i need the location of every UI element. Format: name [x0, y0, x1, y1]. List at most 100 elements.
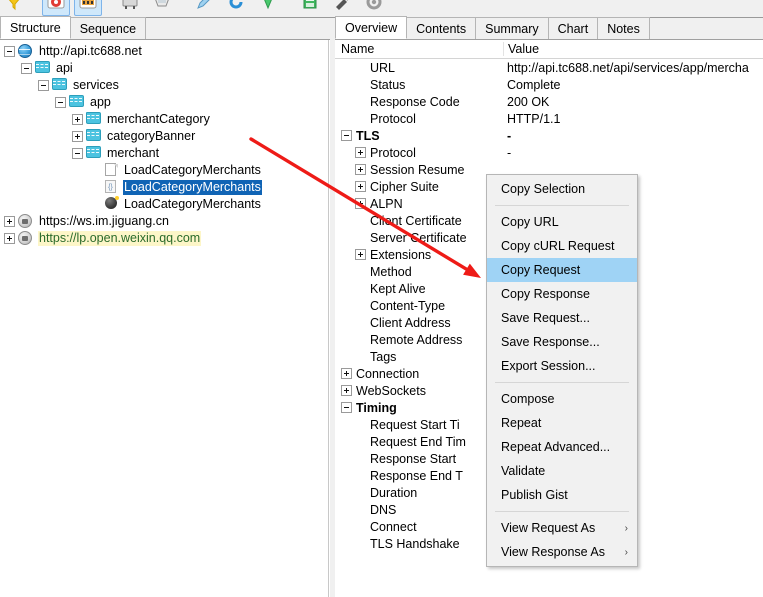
menu-item-repeat-advanced[interactable]: Repeat Advanced... [487, 435, 637, 459]
menu-item-save-response[interactable]: Save Response... [487, 330, 637, 354]
expand-icon[interactable] [341, 368, 352, 379]
tab-overview[interactable]: Overview [335, 16, 407, 39]
tab-sequence[interactable]: Sequence [70, 17, 146, 39]
expand-icon[interactable] [4, 216, 15, 227]
folder-icon [69, 95, 85, 110]
toggle-spacer [89, 165, 100, 176]
repeat-icon[interactable] [222, 0, 250, 16]
menu-item-copy-selection[interactable]: Copy Selection [487, 177, 637, 201]
grid-cell-name: Client Address [335, 316, 503, 330]
clear-session-icon[interactable] [116, 0, 144, 16]
grid-row[interactable]: Protocol- [335, 144, 763, 161]
menu-item-copy-url[interactable]: Copy URL [487, 210, 637, 234]
download-icon[interactable] [254, 0, 282, 16]
menu-item-export-session[interactable]: Export Session... [487, 354, 637, 378]
menu-item-publish-gist[interactable]: Publish Gist [487, 483, 637, 507]
tab-chart[interactable]: Chart [548, 17, 599, 39]
save-icon[interactable] [296, 0, 324, 16]
expand-icon[interactable] [355, 164, 366, 175]
expand-icon[interactable] [355, 147, 366, 158]
tab-structure[interactable]: Structure [0, 16, 71, 39]
tree-node[interactable]: LoadCategoryMerchants [0, 196, 328, 213]
tree-node[interactable]: https://ws.im.jiguang.cn [0, 213, 328, 230]
record-icon[interactable] [42, 0, 70, 16]
chevron-right-icon: › [625, 523, 628, 534]
menu-item-copy-response[interactable]: Copy Response [487, 282, 637, 306]
menu-item-view-request-as[interactable]: View Request As› [487, 516, 637, 540]
toggle-spacer [89, 199, 100, 210]
grid-cell-name: Server Certificate [335, 231, 503, 245]
expand-icon[interactable] [72, 114, 83, 125]
grid-row-label: Client Address [370, 316, 451, 330]
collapse-icon[interactable] [341, 130, 352, 141]
grid-row[interactable]: URLhttp://api.tc688.net/api/services/app… [335, 59, 763, 76]
menu-item-label: Copy Selection [501, 182, 585, 196]
collapse-icon[interactable] [4, 46, 15, 57]
tree-node[interactable]: categoryBanner [0, 128, 328, 145]
grid-cell-name: Connect [335, 520, 503, 534]
tools-icon[interactable] [328, 0, 356, 16]
compose-icon[interactable] [190, 0, 218, 16]
bomb-icon [103, 197, 119, 212]
tree-node[interactable]: services [0, 77, 328, 94]
expand-icon[interactable] [355, 198, 366, 209]
expand-icon[interactable] [341, 385, 352, 396]
filter-icon[interactable] [0, 0, 28, 16]
column-header-value[interactable]: Value [503, 42, 763, 56]
traffic-icon[interactable] [74, 0, 102, 16]
settings-icon[interactable] [360, 0, 388, 16]
grid-cell-value: http://api.tc688.net/api/services/app/me… [503, 61, 763, 75]
grid-row-label: TLS [356, 129, 380, 143]
grid-cell-name: Protocol [335, 146, 503, 160]
folder-icon [35, 61, 51, 76]
expand-icon[interactable] [4, 233, 15, 244]
tree-node[interactable]: LoadCategoryMerchants [0, 162, 328, 179]
tab-summary[interactable]: Summary [475, 17, 548, 39]
context-menu[interactable]: Copy SelectionCopy URLCopy cURL RequestC… [486, 174, 638, 567]
collapse-icon[interactable] [21, 63, 32, 74]
inspector-tabstrip: OverviewContentsSummaryChartNotes [335, 18, 763, 40]
tree-node[interactable]: app [0, 94, 328, 111]
menu-item-view-response-as[interactable]: View Response As› [487, 540, 637, 564]
grid-cell-value: 200 OK [503, 95, 763, 109]
folder-icon [86, 112, 102, 127]
collapse-icon[interactable] [55, 97, 66, 108]
menu-item-copy-request[interactable]: Copy Request [487, 258, 637, 282]
tree-node-label: https://lp.open.weixin.qq.com [38, 231, 201, 246]
expand-icon[interactable] [72, 131, 83, 142]
tree-node[interactable]: merchant [0, 145, 328, 162]
grid-row-label: Request End Tim [370, 435, 466, 449]
lock-icon [18, 231, 34, 246]
menu-item-repeat[interactable]: Repeat [487, 411, 637, 435]
tab-contents[interactable]: Contents [406, 17, 476, 39]
grid-row-label: WebSockets [356, 384, 426, 398]
grid-row-label: Response Start [370, 452, 456, 466]
grid-row[interactable]: ProtocolHTTP/1.1 [335, 110, 763, 127]
expand-icon[interactable] [355, 249, 366, 260]
tree-node-label: LoadCategoryMerchants [123, 197, 262, 212]
grid-row[interactable]: Response Code200 OK [335, 93, 763, 110]
folder-icon [86, 129, 102, 144]
menu-item-compose[interactable]: Compose [487, 387, 637, 411]
tab-notes[interactable]: Notes [597, 17, 650, 39]
expand-icon[interactable] [355, 181, 366, 192]
menu-item-validate[interactable]: Validate [487, 459, 637, 483]
menu-item-copy-curl-request[interactable]: Copy cURL Request [487, 234, 637, 258]
tree-node-label: merchant [106, 146, 160, 161]
grid-row[interactable]: StatusComplete [335, 76, 763, 93]
collapse-icon[interactable] [341, 402, 352, 413]
column-header-name[interactable]: Name [335, 42, 503, 56]
tree-node[interactable]: api [0, 60, 328, 77]
collapse-icon[interactable] [72, 148, 83, 159]
clear-cache-icon[interactable] [148, 0, 176, 16]
tree-node[interactable]: {}LoadCategoryMerchants [0, 179, 328, 196]
grid-cell-name: Duration [335, 486, 503, 500]
session-tree[interactable]: http://api.tc688.netapiservicesappmercha… [0, 40, 329, 597]
grid-row[interactable]: TLS- [335, 127, 763, 144]
tree-node[interactable]: http://api.tc688.net [0, 43, 328, 60]
collapse-icon[interactable] [38, 80, 49, 91]
tree-node[interactable]: https://lp.open.weixin.qq.com [0, 230, 328, 247]
tree-node[interactable]: merchantCategory [0, 111, 328, 128]
menu-item-save-request[interactable]: Save Request... [487, 306, 637, 330]
menu-item-label: Copy URL [501, 215, 559, 229]
